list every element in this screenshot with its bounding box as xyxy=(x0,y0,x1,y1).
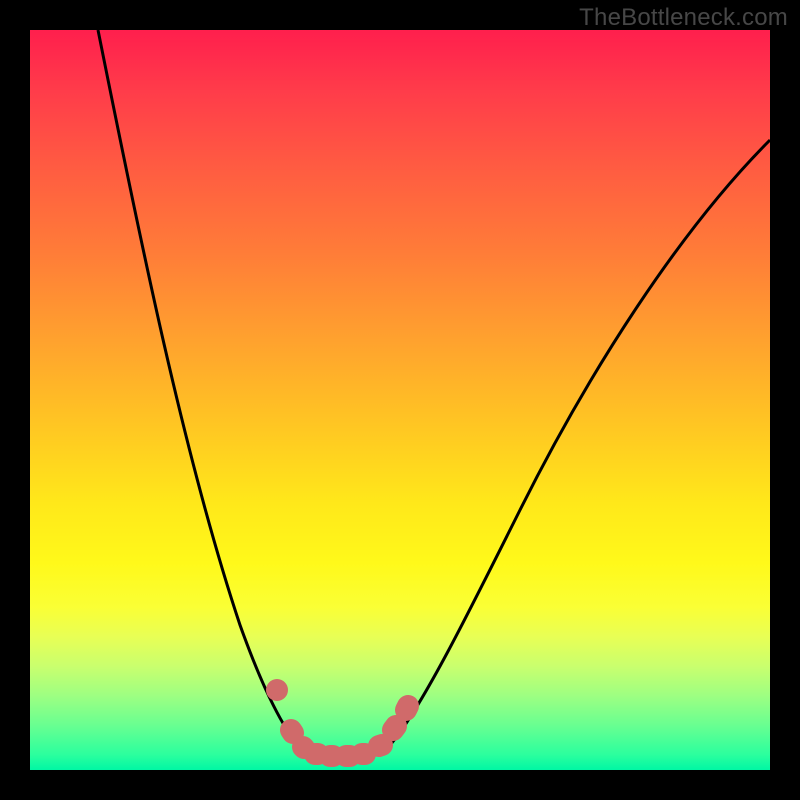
chart-svg xyxy=(30,30,770,770)
chart-frame: TheBottleneck.com xyxy=(0,0,800,800)
watermark-text: TheBottleneck.com xyxy=(579,4,788,32)
overlay-dots xyxy=(277,690,408,756)
plot-area xyxy=(30,30,770,770)
bottleneck-curve xyxy=(98,30,770,757)
